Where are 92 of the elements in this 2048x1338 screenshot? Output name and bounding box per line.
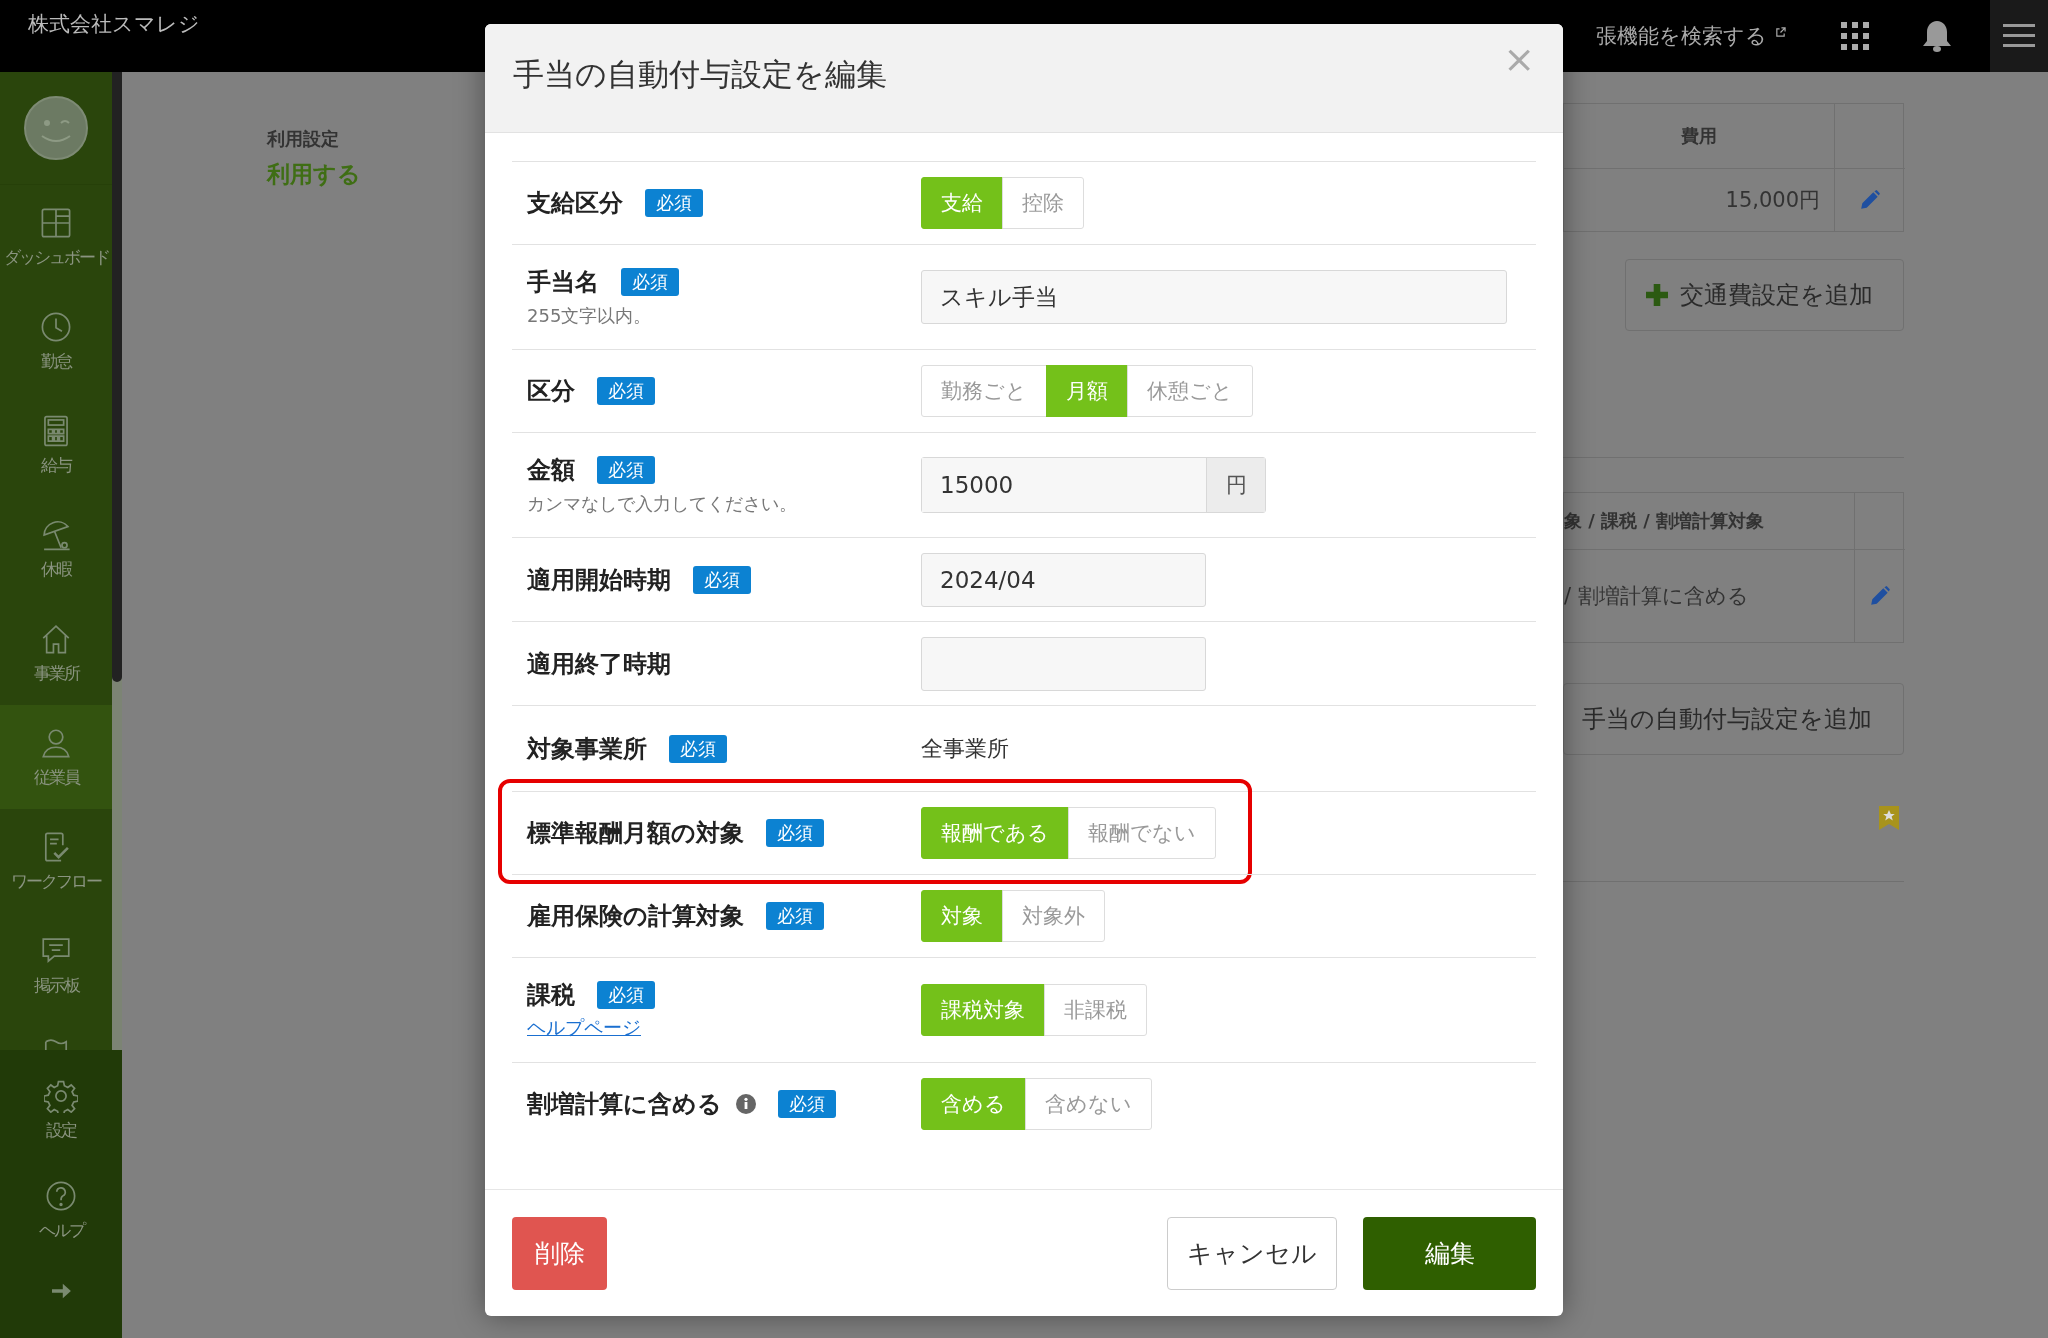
segment-option[interactable]: 報酬である xyxy=(921,807,1069,859)
unit-addon: 円 xyxy=(1206,458,1265,512)
sidebar-label: 掲示板 xyxy=(33,973,79,997)
field-label: 区分 xyxy=(527,376,575,407)
segment-option[interactable]: 非課税 xyxy=(1044,984,1147,1036)
sidebar-item[interactable]: ヘルプ xyxy=(0,1160,122,1260)
sidebar-item[interactable]: ワークフロー xyxy=(0,809,112,913)
segment-option[interactable]: 課税対象 xyxy=(921,984,1045,1036)
field-label: 割増計算に含める xyxy=(527,1089,722,1120)
avatar-icon[interactable] xyxy=(24,96,88,160)
sidebar-item[interactable]: 給与 xyxy=(0,393,112,497)
required-badge: 必須 xyxy=(597,981,655,1009)
required-badge: 必須 xyxy=(669,734,727,763)
segment-option[interactable]: 含める xyxy=(921,1078,1026,1130)
required-badge: 必須 xyxy=(766,819,824,847)
required-badge: 必須 xyxy=(597,456,655,484)
settings-icon xyxy=(44,1078,78,1113)
field-label: 雇用保険の計算対象 xyxy=(527,901,744,932)
required-badge: 必須 xyxy=(693,565,751,594)
segment-option[interactable]: 含めない xyxy=(1025,1078,1152,1130)
menu-button[interactable] xyxy=(1990,0,2048,72)
sidebar-label: 給与 xyxy=(41,453,71,477)
menu-icon xyxy=(2003,23,2035,49)
sidebar-label: 従業員 xyxy=(33,765,79,789)
sidebar-label: ヘルプ xyxy=(38,1218,84,1242)
table-cell-text: / 割増計算に含める xyxy=(1564,583,1750,610)
setting-label: 利用設定 xyxy=(267,127,340,151)
field-label: 課税 xyxy=(527,980,575,1011)
sidebar-item[interactable]: 掲示板 xyxy=(0,913,112,1017)
required-badge: 必須 xyxy=(766,902,824,930)
field-label: 適用終了時期 xyxy=(527,648,671,680)
sidebar-item[interactable]: ダッシュボード xyxy=(0,185,112,289)
sidebar-label: 休暇 xyxy=(41,557,71,581)
field-hint: 255文字以内。 xyxy=(527,304,653,328)
segment-option[interactable]: 勤務ごと xyxy=(921,365,1047,417)
field-label: 対象事業所 xyxy=(527,733,647,765)
edit-button[interactable]: 編集 xyxy=(1363,1216,1536,1290)
sidebar-label: 設定 xyxy=(46,1118,76,1142)
field-label: 手当名 xyxy=(527,267,599,298)
bookmark-star-icon[interactable] xyxy=(1879,806,1899,830)
setting-value: 利用する xyxy=(267,160,362,189)
arrow-right-icon[interactable] xyxy=(50,1282,72,1300)
field-label: 適用開始時期 xyxy=(527,564,671,596)
sidebar-label: ダッシュボード xyxy=(3,245,109,269)
pencil-icon[interactable] xyxy=(1869,585,1891,607)
sidebar-item[interactable]: 勤怠 xyxy=(0,289,112,393)
table-header-cell: 象 / 課税 / 割増計算対象 xyxy=(1564,493,1854,550)
help-page-link[interactable]: ヘルプページ xyxy=(527,1015,641,1041)
plus-icon xyxy=(1646,284,1668,306)
required-badge: 必須 xyxy=(621,268,679,296)
segment-option[interactable]: 対象 xyxy=(921,890,1003,942)
table-cell-text: 15,000円 xyxy=(1724,187,1821,214)
field-label: 金額 xyxy=(527,455,575,486)
bell-icon[interactable] xyxy=(1922,19,1952,53)
company-name: 株式会社スマレジ xyxy=(27,11,200,38)
segment-option[interactable]: 支給 xyxy=(921,177,1003,229)
external-link-icon xyxy=(1775,26,1786,38)
sidebar-item[interactable]: 設定 xyxy=(0,1060,122,1160)
segment-option[interactable]: 休憩ごと xyxy=(1127,365,1253,417)
sidebar-label: 勤怠 xyxy=(41,349,71,373)
table-header-cell: 費用 xyxy=(1564,104,1834,169)
apps-grid-icon[interactable] xyxy=(1840,21,1870,51)
required-badge: 必須 xyxy=(778,1090,836,1118)
close-button[interactable]: × xyxy=(1503,40,1535,78)
sidebar-label: ワークフロー xyxy=(11,869,101,893)
required-badge: 必須 xyxy=(597,377,655,405)
segment-option[interactable]: 控除 xyxy=(1002,177,1084,229)
delete-button[interactable]: 削除 xyxy=(512,1216,607,1290)
scrollbar-thumb[interactable] xyxy=(112,72,122,682)
cancel-button[interactable]: キャンセル xyxy=(1167,1216,1337,1290)
extension-search-link[interactable]: 張機能を検索する xyxy=(1596,22,1767,50)
add-allowance-button[interactable]: 手当の自動付与設定を追加 xyxy=(1563,683,1904,755)
segment-option[interactable]: 月額 xyxy=(1046,365,1128,417)
segment-option[interactable]: 対象外 xyxy=(1002,890,1105,942)
required-badge: 必須 xyxy=(645,189,703,217)
field-label: 支給区分 xyxy=(527,188,623,219)
pencil-icon[interactable] xyxy=(1859,189,1881,211)
sidebar-item[interactable]: 従業員 xyxy=(0,705,112,809)
add-transport-button[interactable]: 交通費設定を追加 xyxy=(1625,259,1904,331)
info-icon[interactable] xyxy=(736,1094,756,1114)
sidebar-item[interactable]: 休暇 xyxy=(0,497,112,601)
sidebar-label: 事業所 xyxy=(33,661,79,685)
text-input[interactable]: スキル手当 xyxy=(921,270,1507,324)
field-label: 標準報酬月額の対象 xyxy=(527,818,744,849)
modal-title: 手当の自動付与設定を編集 xyxy=(513,55,887,94)
date-input[interactable]: 2024/04 xyxy=(921,552,1206,607)
amount-input[interactable]: 15000 円 xyxy=(921,457,1266,513)
date-input[interactable] xyxy=(921,636,1206,691)
segment-option[interactable]: 報酬でない xyxy=(1068,807,1216,859)
field-hint: カンマなしで入力してください。 xyxy=(527,492,798,516)
sidebar-item[interactable]: 事業所 xyxy=(0,601,112,705)
field-value: 全事業所 xyxy=(921,734,1009,763)
